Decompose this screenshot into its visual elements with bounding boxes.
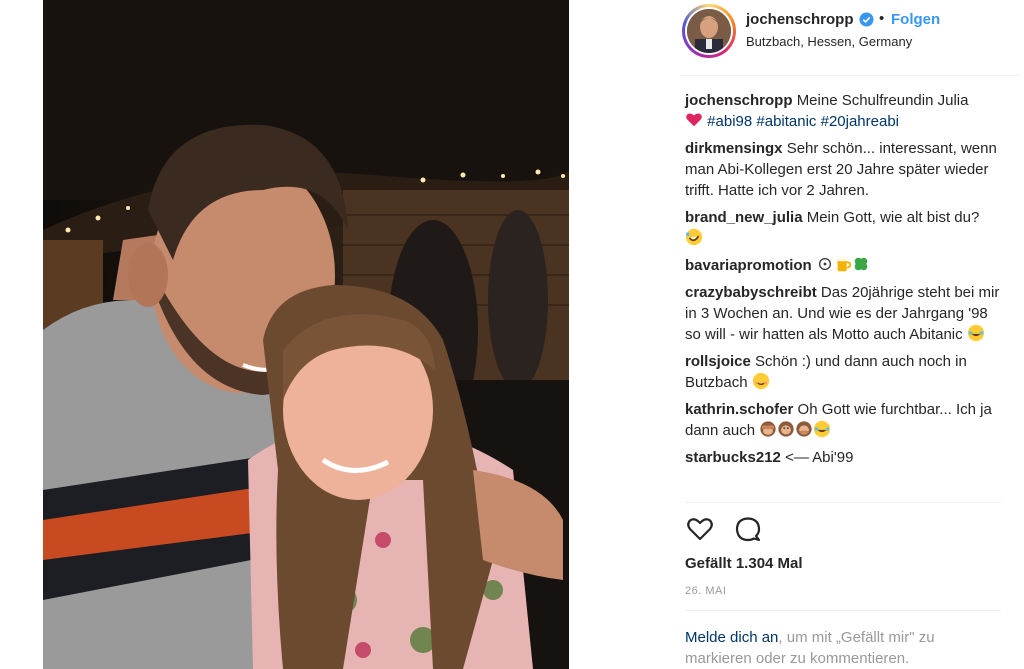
location-link[interactable]: Butzbach, Hessen, Germany [746, 34, 912, 49]
post-photo-illustration [43, 0, 569, 669]
hashtag-link[interactable]: #20jahreabi [821, 113, 899, 130]
divider [685, 610, 1001, 611]
avatar[interactable] [682, 4, 736, 58]
comment-item: dirkmensingx Sehr schön... interessant, … [685, 138, 1005, 201]
smiling-face-emoji-icon [752, 372, 769, 390]
comment-username[interactable]: crazybabyschreibt [685, 284, 817, 301]
beer-emoji-icon [837, 257, 851, 272]
likes-count[interactable]: Gefällt 1.304 Mal [685, 555, 803, 572]
comment-item: starbucks212 <— Abi'99 [685, 447, 1005, 468]
post-photo[interactable] [43, 0, 569, 669]
post-side-panel: jochenschropp • Folgen Butzbach, Hessen,… [680, 0, 1024, 669]
laughing-tears-emoji-icon [814, 420, 831, 438]
comment-text: Meine Schulfreundin Julia [796, 92, 969, 109]
comment-item: brand_new_julia Mein Gott, wie alt bist … [685, 207, 1005, 249]
comment-text: <— Abi'99 [785, 449, 854, 466]
red-heart-emoji-icon [686, 113, 702, 127]
four-leaf-clover-emoji-icon [854, 257, 868, 271]
comment-item: bavariapromotion [685, 255, 1005, 276]
verified-badge-icon [859, 12, 874, 27]
clock-emoji-icon [818, 257, 831, 271]
hashtag-link[interactable]: #abitanic [756, 113, 816, 130]
comments-list: jochenschropp Meine Schulfreundin Julia … [685, 90, 1005, 474]
comment-username[interactable]: starbucks212 [685, 449, 781, 466]
rofl-emoji-icon [685, 228, 703, 246]
caption: jochenschropp Meine Schulfreundin Julia … [685, 90, 1005, 132]
comment-username[interactable]: brand_new_julia [685, 209, 803, 226]
divider [685, 502, 1001, 503]
comment-item: crazybabyschreibt Das 20jährige steht be… [685, 282, 1005, 345]
comment-username[interactable]: rollsjoice [685, 353, 751, 370]
follow-button[interactable]: Folgen [891, 11, 940, 28]
comment-item: rollsjoice Schön :) und dann auch noch i… [685, 351, 1005, 393]
comment-bubble-icon[interactable] [733, 514, 763, 544]
hashtag-link[interactable]: #abi98 [707, 113, 752, 130]
hear-no-evil-monkey-emoji-icon [778, 421, 794, 437]
heart-outline-icon[interactable] [685, 514, 715, 544]
post-header: jochenschropp • Folgen Butzbach, Hessen,… [680, 0, 1020, 76]
comment-username[interactable]: dirkmensingx [685, 140, 783, 157]
comment-username[interactable]: bavariapromotion [685, 257, 812, 274]
speak-no-evil-monkey-emoji-icon [796, 421, 812, 437]
avatar-image [687, 9, 731, 53]
post-date: 26. MAI [685, 585, 727, 597]
comment-username[interactable]: kathrin.schofer [685, 401, 793, 418]
login-link[interactable]: Melde dich an [685, 629, 778, 646]
tears-of-joy-emoji-icon [967, 324, 984, 342]
comment-text: Mein Gott, wie alt bist du? [806, 209, 980, 226]
see-no-evil-monkey-emoji-icon [760, 421, 776, 437]
login-prompt: Melde dich an, um mit „Gefällt mir" zu m… [685, 627, 985, 669]
header-username[interactable]: jochenschropp [746, 11, 854, 28]
comment-username[interactable]: jochenschropp [685, 92, 793, 109]
comment-item: kathrin.schofer Oh Gott wie furchtbar...… [685, 399, 1005, 441]
separator-dot: • [879, 10, 885, 27]
